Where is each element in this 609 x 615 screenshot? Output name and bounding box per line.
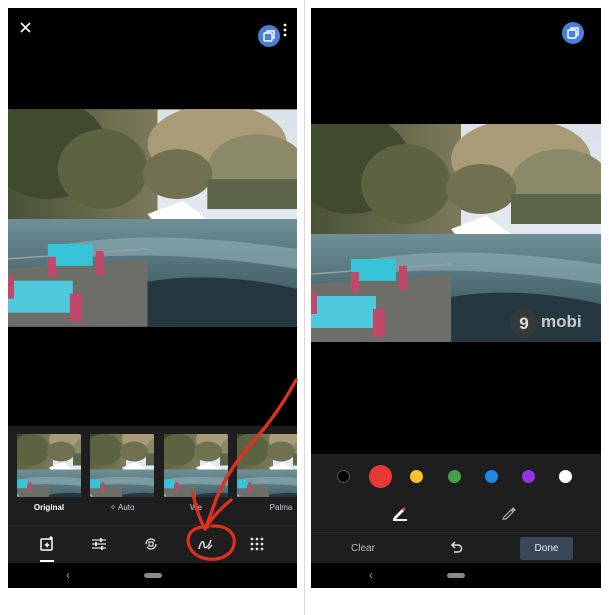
edited-photo — [8, 109, 297, 327]
color-swatch-white[interactable] — [559, 470, 572, 483]
svg-text:9: 9 — [519, 314, 528, 333]
pen-icon[interactable] — [391, 504, 407, 520]
color-swatch-yellow[interactable] — [410, 470, 423, 483]
close-icon[interactable] — [20, 22, 31, 33]
filter-label: ✧ Auto — [109, 503, 135, 512]
done-button[interactable]: Done — [520, 537, 573, 560]
filter-thumbnail — [17, 434, 81, 497]
filter-original[interactable]: Original — [17, 434, 81, 512]
markup-actions: Clear Done — [311, 532, 601, 565]
active-tool-indicator — [40, 560, 54, 562]
adjust-sliders-icon[interactable] — [90, 535, 108, 553]
crop-rotate-icon[interactable] — [142, 535, 160, 553]
filter-label: Palma — [269, 503, 293, 512]
pen-selector — [311, 498, 601, 526]
nav-home-pill[interactable] — [447, 573, 465, 578]
system-nav-bar: ‹ — [311, 563, 601, 588]
filter-carousel[interactable]: Original ✧ Auto We Palma — [8, 434, 297, 526]
undo-icon[interactable] — [448, 539, 464, 555]
compare-icon[interactable] — [562, 22, 584, 44]
color-swatch-black[interactable] — [337, 470, 350, 483]
more-vert-icon[interactable] — [283, 23, 287, 37]
filter-label: Original — [33, 503, 65, 512]
color-swatch-green[interactable] — [448, 470, 461, 483]
color-swatch-red[interactable] — [369, 465, 392, 488]
watermark-text: mobi — [541, 312, 582, 331]
nav-back-icon[interactable]: ‹ — [66, 568, 70, 582]
nav-back-icon[interactable]: ‹ — [369, 568, 373, 582]
filter-palma[interactable]: Palma — [237, 434, 297, 512]
nav-home-pill[interactable] — [143, 573, 162, 578]
watermark: 9 mobi — [509, 308, 601, 340]
markup-panel: Clear Done — [311, 454, 601, 564]
edit-toolbar — [8, 525, 297, 564]
filter-label: We — [190, 503, 202, 512]
screenshot-divider — [304, 0, 305, 615]
clear-button[interactable]: Clear — [351, 543, 375, 554]
filter-thumbnail — [237, 434, 297, 497]
active-pen-indicator — [393, 519, 407, 521]
highlighter-icon[interactable] — [501, 504, 517, 520]
color-palette — [311, 462, 601, 492]
color-swatch-purple[interactable] — [522, 470, 535, 483]
compare-icon[interactable] — [258, 25, 280, 47]
watermark-logo-icon: 9 — [510, 309, 538, 337]
filter-thumbnail — [164, 434, 228, 497]
more-tools-icon[interactable] — [248, 535, 266, 553]
markup-editor-screen: 9 mobi Clear Done ‹ — [311, 8, 601, 588]
auto-sparkle-icon: ✧ — [109, 503, 118, 512]
photo-editor-screen: Original ✧ Auto We Palma ‹ — [8, 8, 297, 588]
system-nav-bar: ‹ — [8, 563, 297, 588]
suggestions-icon[interactable] — [38, 535, 56, 553]
color-swatch-blue[interactable] — [485, 470, 498, 483]
filter-west[interactable]: We — [164, 434, 228, 512]
filter-auto[interactable]: ✧ Auto — [90, 434, 154, 512]
filter-thumbnail — [90, 434, 154, 497]
markup-icon[interactable] — [196, 535, 214, 553]
